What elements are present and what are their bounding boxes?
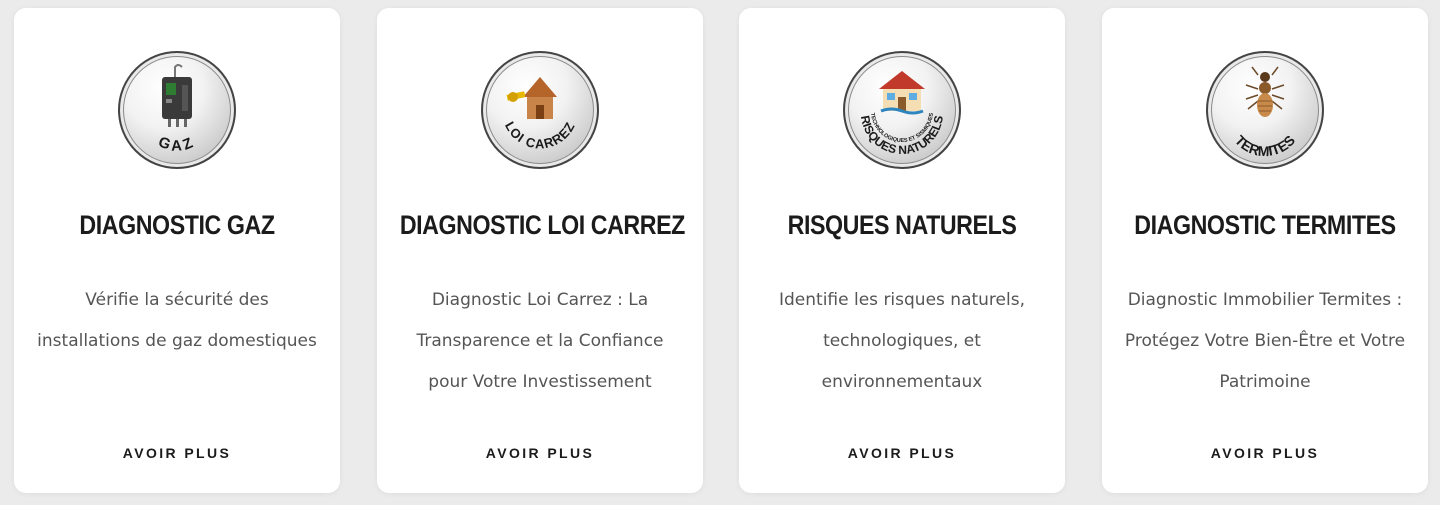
badge-label: TERMITES <box>1232 132 1298 159</box>
service-card-loi-carrez: LOI CARREZ DIAGNOSTIC LOI CARREZ Diagnos… <box>377 8 703 493</box>
badge-label: GAZ <box>156 133 195 154</box>
read-more-link[interactable]: AVOIR PLUS <box>14 445 340 461</box>
read-more-link[interactable]: AVOIR PLUS <box>1102 445 1428 461</box>
service-card-risques-naturels: TECHNOLOGIQUES ET SISMIQUES RISQUES NATU… <box>739 8 1065 493</box>
svg-text:GAZ: GAZ <box>156 133 198 154</box>
badge-label: LOI CARREZ <box>502 119 577 151</box>
svg-text:TERMITES: TERMITES <box>1232 132 1298 159</box>
service-card-gaz: GAZ DIAGNOSTIC GAZ Vérifie la sécurité d… <box>14 8 340 493</box>
svg-text:RISQUES NATURELS: RISQUES NATURELS <box>858 114 946 157</box>
card-description: Identifie les risques naturels, technolo… <box>779 290 1025 392</box>
read-more-link[interactable]: AVOIR PLUS <box>739 445 1065 461</box>
services-row: GAZ DIAGNOSTIC GAZ Vérifie la sécurité d… <box>0 0 1440 505</box>
badge-label: RISQUES NATURELS <box>858 114 946 157</box>
house-measure-icon: LOI CARREZ <box>481 51 599 169</box>
termite-icon: TERMITES <box>1206 51 1324 169</box>
gas-boiler-icon: GAZ <box>118 51 236 169</box>
card-description: Diagnostic Loi Carrez : La Transparence … <box>416 290 664 392</box>
card-description: Vérifie la sécurité des installations de… <box>37 290 317 351</box>
house-flood-icon: TECHNOLOGIQUES ET SISMIQUES RISQUES NATU… <box>843 51 961 169</box>
read-more-link[interactable]: AVOIR PLUS <box>377 445 703 461</box>
svg-text:LOI CARREZ: LOI CARREZ <box>502 119 578 151</box>
card-title: RISQUES NATURELS <box>787 210 1017 240</box>
card-title: DIAGNOSTIC TERMITES <box>1134 210 1396 240</box>
card-title: DIAGNOSTIC LOI CARREZ <box>399 210 686 240</box>
card-title: DIAGNOSTIC GAZ <box>79 210 275 240</box>
service-card-termites: TERMITES DIAGNOSTIC TERMITES Diagnostic … <box>1102 8 1428 493</box>
card-description: Diagnostic Immobilier Termites : Protége… <box>1124 290 1406 392</box>
